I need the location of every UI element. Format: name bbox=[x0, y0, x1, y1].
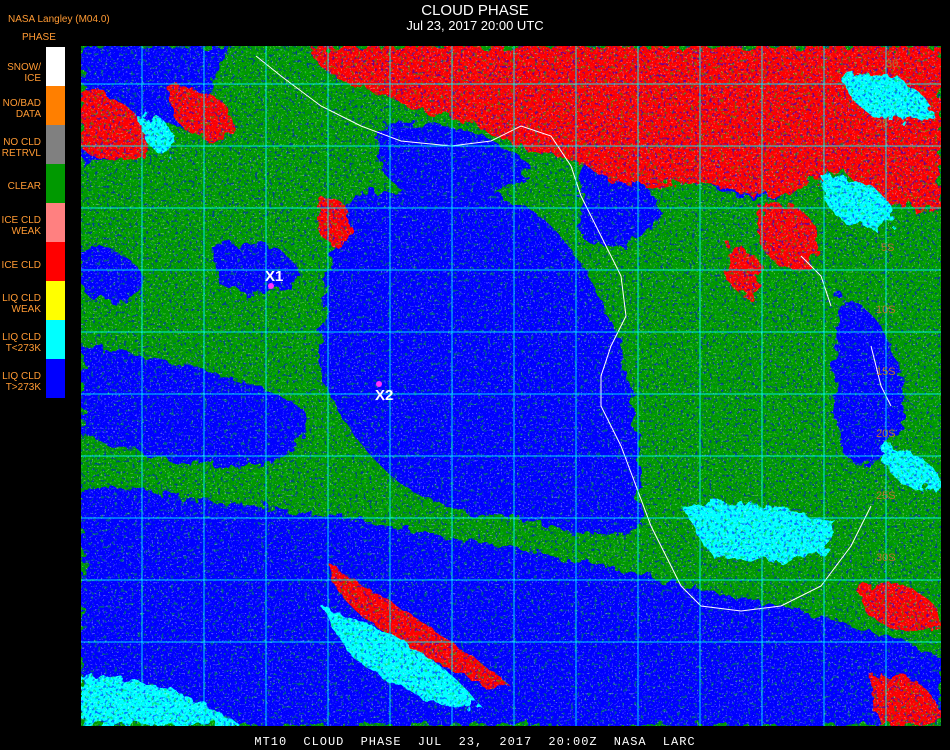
lat-label-5: 15S bbox=[876, 366, 896, 378]
legend-swatch-liq-cld-warm bbox=[46, 359, 65, 398]
legend-swatch-ice-cld-weak bbox=[46, 203, 65, 242]
legend-swatch-liq-cld-weak bbox=[46, 281, 65, 320]
lat-label-8: 30S bbox=[876, 552, 896, 564]
legend-swatch-clear bbox=[46, 164, 65, 203]
lat-label-2: 25 bbox=[876, 118, 889, 130]
white-speckle-texture bbox=[81, 46, 941, 726]
legend-color-bar bbox=[46, 47, 65, 400]
legend-label-no-bad-data: NO/BAD DATA bbox=[2, 98, 41, 120]
page-subtitle: Jul 23, 2017 20:00 UTC bbox=[406, 18, 544, 33]
legend-label-ice-cld: ICE CLD bbox=[1, 260, 41, 271]
legend-label-clear: CLEAR bbox=[7, 181, 41, 192]
map-canvas bbox=[81, 46, 941, 726]
legend-label-liq-cld-weak: LIQ CLD WEAK bbox=[2, 293, 41, 315]
legend-label-liq-cld-warm: LIQ CLD T>273K bbox=[2, 371, 41, 393]
marker-x1-label: X1 bbox=[265, 268, 284, 285]
legend-swatch-ice-cld bbox=[46, 242, 65, 281]
legend-title: PHASE bbox=[22, 32, 56, 43]
legend-swatch-no-bad-data bbox=[46, 86, 65, 125]
lat-label-1: 30 bbox=[886, 58, 899, 70]
footer-caption: MT10 CLOUD PHASE JUL 23, 2017 20:00Z NAS… bbox=[254, 735, 696, 749]
legend-swatch-liq-cld-cold bbox=[46, 320, 65, 359]
page-title: CLOUD PHASE bbox=[421, 2, 529, 19]
lat-label-3: 5S bbox=[881, 242, 895, 254]
legend-label-no-cld-retrvl: NO CLD RETRVL bbox=[1, 137, 41, 159]
lat-label-6: 20S bbox=[876, 428, 896, 440]
legend-label-ice-cld-weak: ICE CLD WEAK bbox=[1, 215, 41, 237]
marker-x2-label: X2 bbox=[375, 387, 394, 404]
legend-swatch-no-cld-retrvl bbox=[46, 125, 65, 164]
legend-label-snow-ice: SNOW/ ICE bbox=[7, 62, 41, 84]
legend-label-liq-cld-cold: LIQ CLD T<273K bbox=[2, 332, 41, 354]
lat-label-7: 25S bbox=[876, 490, 896, 502]
legend-swatch-snow-ice bbox=[46, 47, 65, 86]
cloud-phase-map[interactable]: 30 25 5S 10S 15S 20S 25S 30S X1 X2 bbox=[81, 46, 941, 726]
lat-label-4: 10S bbox=[876, 304, 896, 316]
